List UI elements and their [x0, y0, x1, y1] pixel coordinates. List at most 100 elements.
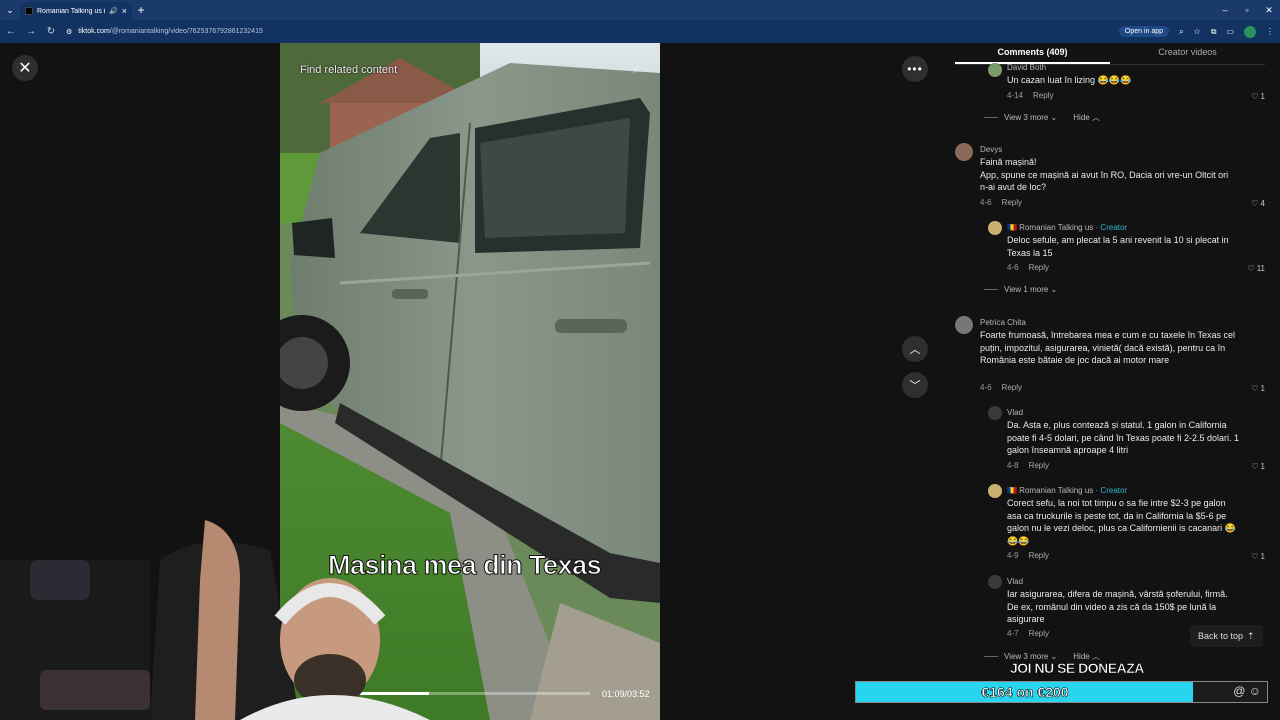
divider — [984, 117, 998, 119]
donation-title: JOI NU SE DONEAZA — [1010, 660, 1145, 677]
back-to-top-label: Back to top — [1198, 631, 1244, 641]
new-tab-icon[interactable]: + — [132, 3, 150, 17]
reply-button[interactable]: Reply — [1029, 263, 1049, 272]
comment-text: Da. Asta e, plus contează și statul. 1 g… — [1007, 420, 1239, 455]
cast-icon[interactable]: ▭ — [1226, 27, 1234, 36]
reply-button[interactable]: Reply — [1002, 383, 1022, 392]
comment-author[interactable]: David Both — [1007, 63, 1046, 72]
address-bar: ← → ↻ ⚙ tiktok.com/@romaniantalking/vide… — [0, 20, 1280, 43]
window-close-icon[interactable]: ✕ — [1258, 5, 1280, 16]
next-video-button[interactable]: ﹀ — [902, 372, 928, 398]
comment-date: 4-14 — [1007, 91, 1024, 100]
webcam-overlay — [0, 520, 430, 720]
browser-menu-icon[interactable]: ⋮ — [1266, 27, 1274, 36]
find-related-input[interactable]: Find related content — [300, 64, 397, 76]
comment-date: 4-9 — [1007, 551, 1019, 560]
more-options-button[interactable]: ••• — [902, 56, 928, 82]
reply-button[interactable]: Reply — [1029, 461, 1049, 470]
view-more-replies[interactable]: View 1 more ⌄ — [984, 285, 1057, 294]
video-time: 01:09/03:52 — [602, 689, 650, 699]
author-name: 🇷🇴 Romanian Talking us — [1007, 486, 1094, 495]
like-count: 11 — [1256, 264, 1265, 273]
avatar[interactable] — [988, 575, 1002, 589]
tiktok-favicon-icon — [25, 7, 33, 15]
creator-badge: · Creator — [1093, 486, 1128, 495]
tab-list-icon[interactable]: ⌄ — [0, 0, 20, 20]
like-button[interactable]: ♡ 1 — [1251, 92, 1265, 101]
speaker-icon: 🔊 — [109, 8, 118, 15]
ellipsis-icon: ••• — [907, 62, 923, 76]
previous-video-button[interactable]: ︿ — [902, 336, 928, 362]
forward-arrow-icon[interactable]: → — [26, 26, 36, 37]
divider — [984, 656, 998, 658]
close-video-button[interactable]: ✕ — [12, 55, 38, 81]
browser-tab[interactable]: Romanian Talking us (@... 🔊 × — [20, 2, 132, 20]
minimize-icon[interactable]: – — [1214, 5, 1236, 16]
bookmark-star-icon[interactable]: ☆ — [1194, 27, 1201, 36]
comment-author[interactable]: Vlad — [1007, 408, 1023, 417]
tab-comments[interactable]: Comments (409) — [955, 43, 1110, 64]
comment-meta: 4-6 Reply — [1007, 263, 1049, 272]
author-name: 🇷🇴 Romanian Talking us — [1007, 223, 1094, 232]
browser-tab-bar: ⌄ Romanian Talking us (@... 🔊 × + – ▫ ✕ — [0, 0, 1280, 20]
like-button[interactable]: ♡ 11 — [1247, 264, 1265, 273]
url-field[interactable]: ⚙ tiktok.com/@romaniantalking/video/7625… — [66, 28, 1109, 36]
like-button[interactable]: ♡ 1 — [1251, 462, 1265, 471]
like-count: 1 — [1260, 462, 1265, 471]
view-more-label[interactable]: View 1 more — [1004, 285, 1048, 294]
comment-author[interactable]: 🇷🇴 Romanian Talking us · Creator — [1007, 486, 1127, 495]
comment-text: Deloc sefule, am plecat la 5 ani revenit… — [1007, 235, 1229, 258]
avatar[interactable] — [955, 143, 973, 161]
back-to-top-button[interactable]: Back to top ⇡ — [1190, 625, 1263, 647]
reply-button[interactable]: Reply — [1029, 629, 1049, 638]
like-count: 4 — [1260, 199, 1265, 208]
back-arrow-icon[interactable]: ← — [6, 26, 16, 37]
like-count: 1 — [1260, 92, 1265, 101]
hide-replies-button[interactable]: Hide — [1073, 113, 1089, 122]
comment-text: Faină mașină! App, spune ce mașină ai av… — [980, 157, 1229, 192]
maximize-icon[interactable]: ▫ — [1236, 5, 1258, 16]
comment-meta: 4-7 Reply — [1007, 629, 1049, 638]
reply-button[interactable]: Reply — [1033, 91, 1053, 100]
avatar[interactable] — [955, 316, 973, 334]
site-info-icon[interactable]: ⚙ — [66, 28, 72, 36]
url-path: /@romaniantalking/video/7625376792861232… — [109, 28, 263, 35]
mention-emoji-icons: @ ☺ — [1233, 684, 1261, 698]
avatar[interactable] — [988, 406, 1002, 420]
view-more-replies[interactable]: View 3 more ⌄ Hide ︿ — [984, 112, 1100, 123]
like-button[interactable]: ♡ 1 — [1251, 384, 1265, 393]
comment-meta: 4-14 Reply — [1007, 91, 1053, 100]
comment-author[interactable]: Vlad — [1007, 577, 1023, 586]
profile-avatar[interactable] — [1244, 25, 1256, 38]
tab-close-icon[interactable]: × — [122, 6, 127, 16]
panel-tabs: Comments (409) Creator videos — [955, 43, 1265, 65]
like-button[interactable]: ♡ 4 — [1251, 199, 1265, 208]
comment-author[interactable]: Petrica Chita — [980, 318, 1026, 327]
comment-date: 4-8 — [1007, 461, 1019, 470]
avatar[interactable] — [988, 63, 1002, 77]
reload-icon[interactable]: ↻ — [46, 26, 56, 37]
extensions-icon[interactable]: ⧉ — [1211, 27, 1217, 37]
reply-button[interactable]: Reply — [1002, 198, 1022, 207]
comment-meta: 4-8 Reply — [1007, 461, 1049, 470]
reply-button[interactable]: Reply — [1029, 551, 1049, 560]
chevron-up-icon: ︿ — [909, 344, 921, 356]
search-icon[interactable]: ⌕ — [633, 62, 640, 77]
comment-author[interactable]: Devys — [980, 145, 1002, 154]
zoom-icon[interactable]: ⌕ — [1179, 27, 1183, 37]
comment-meta: 4-6 Reply — [980, 198, 1022, 207]
tab-creator-videos[interactable]: Creator videos — [1110, 43, 1265, 64]
comment-meta: 4-9 Reply — [1007, 551, 1049, 560]
creator-badge: · Creator — [1093, 223, 1128, 232]
arrow-up-icon: ⇡ — [1247, 630, 1255, 641]
view-more-label[interactable]: View 3 more — [1004, 113, 1048, 122]
comment-date: 4-6 — [1007, 263, 1019, 272]
comment-author[interactable]: 🇷🇴 Romanian Talking us · Creator — [1007, 223, 1127, 232]
avatar[interactable] — [988, 221, 1002, 235]
like-button[interactable]: ♡ 1 — [1251, 552, 1265, 561]
url-host: tiktok.com — [78, 28, 110, 35]
open-in-app-button[interactable]: Open in app — [1118, 26, 1170, 37]
avatar[interactable] — [988, 484, 1002, 498]
tab-title: Romanian Talking us (@... — [37, 7, 105, 15]
like-count: 1 — [1260, 552, 1265, 561]
